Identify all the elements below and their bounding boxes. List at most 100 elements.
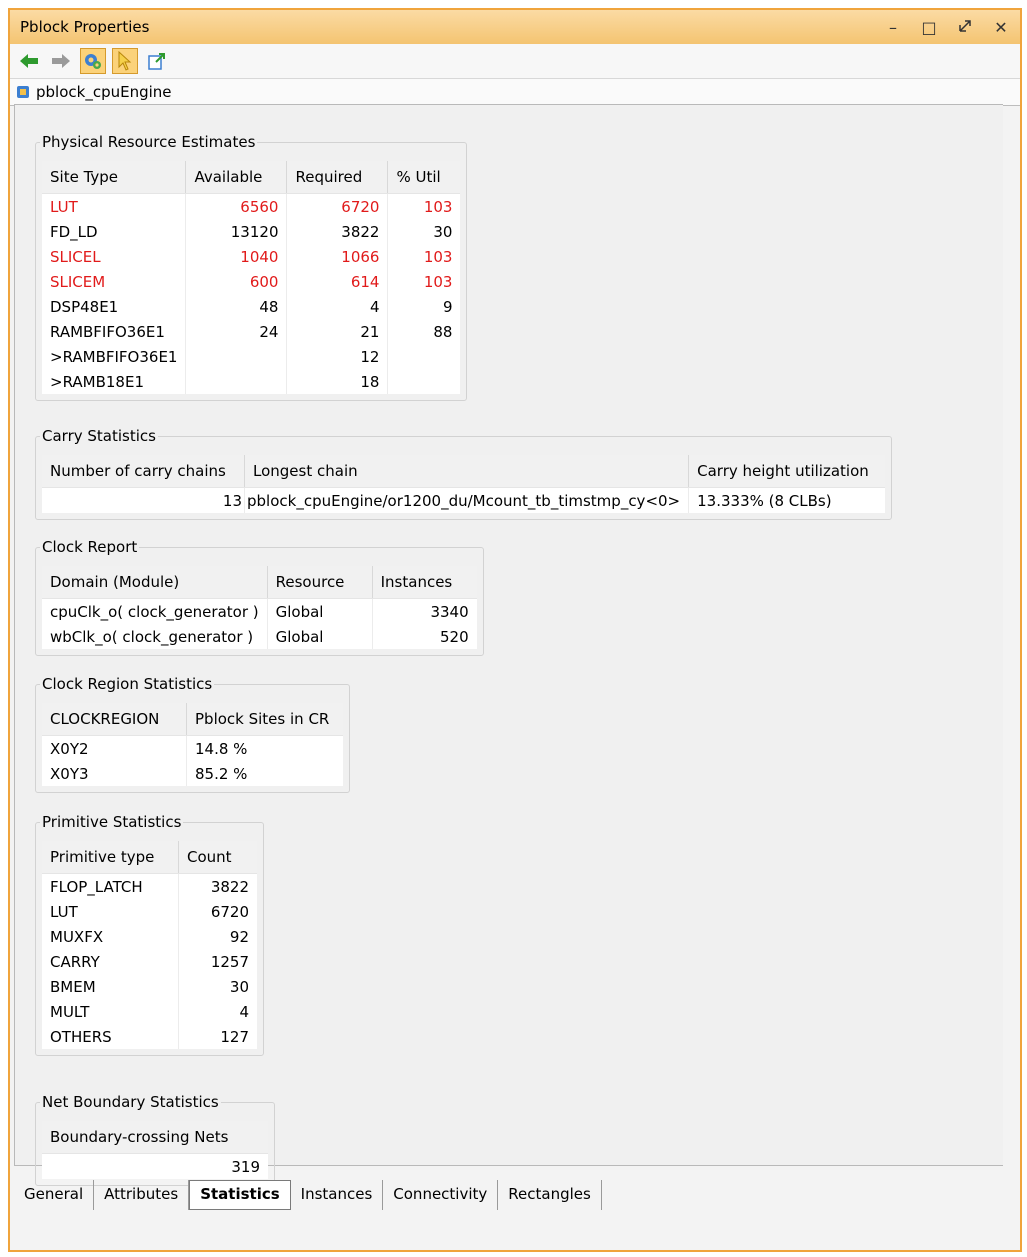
tab-rectangles[interactable]: Rectangles — [498, 1180, 602, 1210]
column-header[interactable]: Carry height utilization — [688, 455, 886, 488]
util-cell: 103 — [423, 197, 453, 216]
sites-in-cr-cell: 14.8 % — [195, 739, 248, 758]
column-header[interactable]: Primitive type — [42, 841, 179, 874]
tab-connectivity[interactable]: Connectivity — [383, 1180, 499, 1210]
table-row[interactable]: X0Y3 85.2 % — [42, 761, 343, 786]
primitive-type-cell: BMEM — [42, 974, 179, 999]
domain-cell: cpuClk_o( clock_generator ) — [42, 598, 268, 624]
arrow-left-icon — [20, 54, 38, 68]
column-header[interactable]: Domain (Module) — [42, 566, 268, 599]
table-row[interactable]: BMEM 30 — [42, 974, 257, 999]
export-icon — [148, 53, 165, 70]
column-header[interactable]: Count — [178, 841, 257, 874]
table-row[interactable]: RAMBFIFO36E1 24 21 88 — [42, 319, 460, 344]
boundary-nets-cell: 319 — [231, 1157, 260, 1176]
column-header[interactable]: Resource — [267, 566, 373, 599]
table-row[interactable]: FLOP_LATCH 3822 — [42, 873, 257, 899]
util-cell: 9 — [442, 297, 453, 316]
table-row[interactable]: MULT 4 — [42, 999, 257, 1024]
available-cell: 24 — [185, 319, 288, 344]
select-mode-button[interactable] — [112, 48, 138, 74]
table-row[interactable]: SLICEM 600 614 103 — [42, 269, 460, 294]
restore-icon[interactable] — [956, 18, 974, 37]
required-cell: 4 — [286, 294, 389, 319]
tab-statistics[interactable]: Statistics — [189, 1180, 291, 1210]
table-row[interactable]: LUT 6560 6720 103 — [42, 193, 460, 219]
column-header[interactable]: Number of carry chains — [42, 455, 245, 488]
tab-attributes[interactable]: Attributes — [94, 1180, 190, 1210]
util-cell: 30 — [433, 222, 453, 241]
site-type-cell: RAMBFIFO36E1 — [42, 319, 187, 344]
minimize-icon[interactable]: – — [884, 18, 902, 37]
table-row[interactable]: MUXFX 92 — [42, 924, 257, 949]
count-cell: 6720 — [210, 902, 249, 921]
site-type-cell: FD_LD — [42, 219, 187, 244]
clockregion-cell: X0Y2 — [42, 735, 187, 761]
table-row[interactable]: FD_LD 13120 3822 30 — [42, 219, 460, 244]
table-row[interactable]: 319 — [42, 1154, 268, 1180]
back-button[interactable] — [16, 48, 42, 74]
required-cell: 12 — [286, 344, 389, 369]
table-row[interactable]: LUT 6720 — [42, 899, 257, 924]
table-row[interactable]: >RAMB18E1 18 — [42, 369, 460, 394]
carry-statistics-table[interactable]: Number of carry chains Longest chain Car… — [42, 455, 886, 513]
group-title: Carry Statistics — [42, 427, 156, 445]
column-header[interactable]: Instances — [372, 566, 477, 599]
column-header[interactable]: CLOCKREGION — [42, 703, 187, 736]
window-title: Pblock Properties — [20, 18, 150, 36]
util-cell: 103 — [423, 272, 453, 291]
resource-cell: Global — [267, 598, 373, 624]
util-cell: 103 — [423, 247, 453, 266]
window-controls: – □ ✕ — [884, 18, 1010, 37]
net-boundary-table[interactable]: Boundary-crossing Nets 319 — [42, 1121, 268, 1179]
table-row[interactable]: SLICEL 1040 1066 103 — [42, 244, 460, 269]
longest-chain-cell: pblock_cpuEngine/or1200_du/Mcount_tb_tim… — [244, 487, 690, 513]
maximize-icon[interactable]: □ — [920, 18, 938, 37]
primitive-statistics-table[interactable]: Primitive type Count FLOP_LATCH 3822 LUT 6… — [42, 841, 257, 1049]
domain-cell: wbClk_o( clock_generator ) — [42, 624, 268, 649]
column-header[interactable]: Required — [286, 161, 389, 194]
clock-region-table[interactable]: CLOCKREGION Pblock Sites in CR X0Y2 14.8 … — [42, 703, 343, 786]
table-row[interactable]: X0Y2 14.8 % — [42, 735, 343, 761]
column-header[interactable]: Available — [185, 161, 288, 194]
close-icon[interactable]: ✕ — [992, 18, 1010, 37]
column-header[interactable]: Longest chain — [244, 455, 690, 488]
site-type-cell: DSP48E1 — [42, 294, 187, 319]
primitive-type-cell: FLOP_LATCH — [42, 873, 179, 899]
column-header[interactable]: Pblock Sites in CR — [186, 703, 343, 736]
count-cell: 30 — [229, 977, 249, 996]
instances-cell: 3340 — [430, 602, 469, 621]
group-title: Clock Region Statistics — [42, 675, 213, 693]
column-header[interactable]: Site Type — [42, 161, 187, 194]
required-cell: 6720 — [286, 193, 389, 219]
auto-update-button[interactable] — [80, 48, 106, 74]
instances-cell: 520 — [439, 627, 469, 646]
table-row[interactable]: OTHERS 127 — [42, 1024, 257, 1049]
net-boundary-statistics-group: Net Boundary Statistics Boundary-crossin… — [35, 1093, 275, 1186]
table-row[interactable]: wbClk_o( clock_generator ) Global 520 — [42, 624, 477, 649]
primitive-type-cell: CARRY — [42, 949, 179, 974]
column-header[interactable]: Boundary-crossing Nets — [42, 1121, 268, 1154]
primitive-type-cell: OTHERS — [42, 1024, 179, 1049]
tab-general[interactable]: General — [14, 1180, 95, 1210]
physical-resource-table[interactable]: Site Type Available Required % Util LUT 6… — [42, 161, 461, 394]
count-cell: 127 — [220, 1027, 249, 1046]
arrow-right-icon — [52, 54, 70, 68]
table-row[interactable]: CARRY 1257 — [42, 949, 257, 974]
table-row[interactable]: cpuClk_o( clock_generator ) Global 3340 — [42, 598, 477, 624]
export-button[interactable] — [144, 48, 170, 74]
group-title: Primitive Statistics — [42, 813, 182, 831]
statistics-panel[interactable]: Physical Resource Estimates Site Type Av… — [14, 104, 1003, 1186]
clock-region-statistics-group: Clock Region Statistics CLOCKREGION Pblo… — [35, 675, 350, 793]
pblock-icon — [17, 86, 29, 98]
available-cell: 48 — [185, 294, 288, 319]
forward-button[interactable] — [48, 48, 74, 74]
tab-instances[interactable]: Instances — [291, 1180, 384, 1210]
column-header[interactable]: % Util — [387, 161, 461, 194]
clock-report-table[interactable]: Domain (Module) Resource Instances cpuCl… — [42, 566, 477, 649]
util-cell — [388, 369, 461, 394]
util-cell — [388, 344, 461, 369]
table-row[interactable]: >RAMBFIFO36E1 12 — [42, 344, 460, 369]
table-row[interactable]: 13 pblock_cpuEngine/or1200_du/Mcount_tb_t… — [42, 487, 885, 513]
table-row[interactable]: DSP48E1 48 4 9 — [42, 294, 460, 319]
